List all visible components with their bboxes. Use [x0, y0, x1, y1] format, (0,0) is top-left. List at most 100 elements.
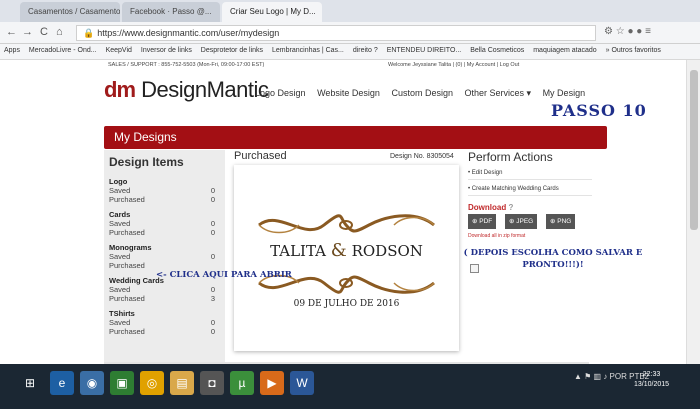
- tab-bar: Casamentos / Casamento ... Facebook · Pa…: [0, 0, 700, 22]
- bookmark[interactable]: Bella Cosmeticos: [470, 47, 524, 54]
- account-links[interactable]: Welcome Jeyssiane Talita | (0) | My Acco…: [388, 62, 519, 68]
- purchased-row[interactable]: Purchased 0: [109, 195, 220, 204]
- forward-icon[interactable]: →: [22, 26, 33, 38]
- nav-other-services[interactable]: Other Services ▾: [465, 88, 532, 98]
- nav-custom-design[interactable]: Custom Design: [391, 88, 453, 98]
- site-logo[interactable]: dm DesignMantic: [104, 77, 269, 103]
- url-input[interactable]: 🔒 https://www.designmantic.com/user/mydes…: [76, 25, 596, 41]
- saved-count: 0: [210, 186, 215, 195]
- purchased-count: 0: [210, 327, 215, 336]
- actions-heading: Perform Actions: [468, 150, 553, 164]
- page-header-bar: My Designs: [104, 126, 607, 149]
- purchased-row[interactable]: Purchased: [109, 261, 220, 270]
- bookmarks-bar: Apps MercadoLivre - Ond... KeepVid Inver…: [0, 44, 700, 60]
- couple-names: TALITA & RODSON: [234, 240, 459, 261]
- back-icon[interactable]: ←: [6, 26, 17, 38]
- saved-row[interactable]: Saved 0: [109, 186, 220, 195]
- browser-alt-icon[interactable]: ◉: [80, 371, 104, 395]
- category-title: TShirts: [109, 309, 135, 318]
- support-text: SALES / SUPPORT : 855-752-5503 (Mon-Fri,…: [108, 62, 265, 68]
- bookmark[interactable]: direito ?: [353, 47, 378, 54]
- bookmark[interactable]: Desprotetor de links: [201, 47, 263, 54]
- scrollbar-thumb[interactable]: [690, 70, 698, 230]
- top-strip: SALES / SUPPORT : 855-752-5503 (Mon-Fri,…: [0, 60, 686, 71]
- logo-mark: dm: [104, 77, 136, 102]
- home-icon[interactable]: ⌂: [56, 26, 63, 38]
- purchased-row[interactable]: Purchased 0: [109, 228, 220, 237]
- saved-row[interactable]: Saved 0: [109, 318, 220, 327]
- name-groom: RODSON: [351, 242, 423, 260]
- design-number: Design No. 8305054: [390, 153, 454, 160]
- file-explorer-icon[interactable]: ▤: [170, 371, 194, 395]
- purchased-label: Purchased: [109, 195, 145, 204]
- saved-label: Saved: [109, 186, 131, 195]
- browser-tab[interactable]: Facebook · Passo @...: [122, 2, 220, 22]
- bookmark[interactable]: Apps: [4, 47, 20, 54]
- purchased-label: Purchased: [109, 327, 145, 336]
- wedding-card-preview[interactable]: TALITA & RODSON 09 DE JULHO DE 2016: [234, 165, 459, 351]
- download-text: Download: [468, 203, 507, 212]
- bookmark[interactable]: ENTENDEU DIREITO...: [387, 47, 462, 54]
- edit-design-link[interactable]: • Edit Design: [468, 170, 592, 180]
- download-jpeg-button[interactable]: ⊕ JPEG: [505, 214, 538, 229]
- top-flourish-icon: [258, 214, 435, 234]
- bookmark[interactable]: Inversor de links: [141, 47, 192, 54]
- store-icon[interactable]: ▣: [110, 371, 134, 395]
- address-bar-row: ← → C ⌂ 🔒 https://www.designmantic.com/us…: [0, 22, 700, 44]
- page-scrollbar[interactable]: [686, 60, 700, 364]
- nav-my-design[interactable]: My Design: [543, 88, 586, 98]
- saved-row[interactable]: Saved 0: [109, 219, 220, 228]
- download-label: Download ?: [468, 203, 513, 212]
- ampersand: &: [330, 240, 347, 261]
- click-here-annotation: <- CLICA AQUI PARA ABRIR: [156, 270, 292, 280]
- purchased-count: 3: [210, 294, 215, 303]
- nav-logo-design[interactable]: Logo Design: [255, 88, 306, 98]
- word-icon[interactable]: W: [290, 371, 314, 395]
- saved-count: 0: [210, 219, 215, 228]
- purchased-count: 0: [210, 228, 215, 237]
- nav-website-design[interactable]: Website Design: [317, 88, 380, 98]
- bookmark[interactable]: KeepVid: [106, 47, 132, 54]
- saved-label: Saved: [109, 219, 131, 228]
- category-cards: Cards Saved 0 Purchased 0: [104, 210, 225, 237]
- extension-icons[interactable]: ⚙ ☆ ● ● ≡: [604, 26, 651, 37]
- bookmark[interactable]: maquiagem atacado: [533, 47, 596, 54]
- browser-tab[interactable]: Casamentos / Casamento ...: [20, 2, 120, 22]
- browser-tab-active[interactable]: Criar Seu Logo | My D...: [222, 2, 322, 22]
- broken-image-icon: [470, 264, 479, 273]
- category-tshirts: TShirts Saved 0 Purchased 0: [104, 309, 225, 336]
- bookmark[interactable]: MercadoLivre - Ond...: [29, 47, 97, 54]
- reload-icon[interactable]: C: [40, 26, 48, 38]
- chrome-icon[interactable]: ◎: [140, 371, 164, 395]
- matching-cards-link[interactable]: • Create Matching Wedding Cards: [468, 186, 592, 196]
- utorrent-icon[interactable]: µ: [230, 371, 254, 395]
- internet-explorer-icon[interactable]: e: [50, 371, 74, 395]
- media-player-icon[interactable]: ▶: [260, 371, 284, 395]
- clock[interactable]: 22:33 13/10/2015: [634, 370, 669, 390]
- category-title: Cards: [109, 210, 131, 219]
- zip-download-link[interactable]: Download all in zip format: [468, 233, 525, 239]
- camera-icon[interactable]: ◘: [200, 371, 224, 395]
- category-logo: Logo Saved 0 Purchased 0: [104, 177, 225, 204]
- bookmark-more[interactable]: » Outros favoritos: [606, 47, 661, 54]
- saved-row[interactable]: Saved 0: [109, 252, 220, 261]
- page-title: My Designs: [114, 130, 177, 144]
- category-monograms: Monograms Saved 0 Purchased: [104, 243, 225, 270]
- windows-taskbar: ⊞ e ◉ ▣ ◎ ▤ ◘ µ ▶ W ▲ ⚑ ▥ ♪ POR PTB2 22:…: [0, 364, 700, 409]
- pdf-label: PDF: [479, 218, 493, 225]
- saved-label: Saved: [109, 252, 131, 261]
- windows-start-icon[interactable]: ⊞: [18, 371, 42, 395]
- purchased-label: Purchased: [109, 294, 145, 303]
- sidebar-heading: Design Items: [109, 155, 184, 169]
- download-png-button[interactable]: ⊕ PNG: [546, 214, 576, 229]
- purchased-row[interactable]: Purchased 3: [109, 294, 220, 303]
- category-title: Monograms: [109, 243, 152, 252]
- purchased-row[interactable]: Purchased 0: [109, 327, 220, 336]
- category-wedding-cards: Wedding Cards Saved 0 Purchased 3: [104, 276, 225, 303]
- download-pdf-button[interactable]: ⊕ PDF: [468, 214, 497, 229]
- help-icon[interactable]: ?: [508, 203, 513, 212]
- bookmark[interactable]: Lembrancinhas | Cas...: [272, 47, 344, 54]
- purchased-label: Purchased: [109, 228, 145, 237]
- saved-row[interactable]: Saved 0: [109, 285, 220, 294]
- purchased-count: 0: [210, 195, 215, 204]
